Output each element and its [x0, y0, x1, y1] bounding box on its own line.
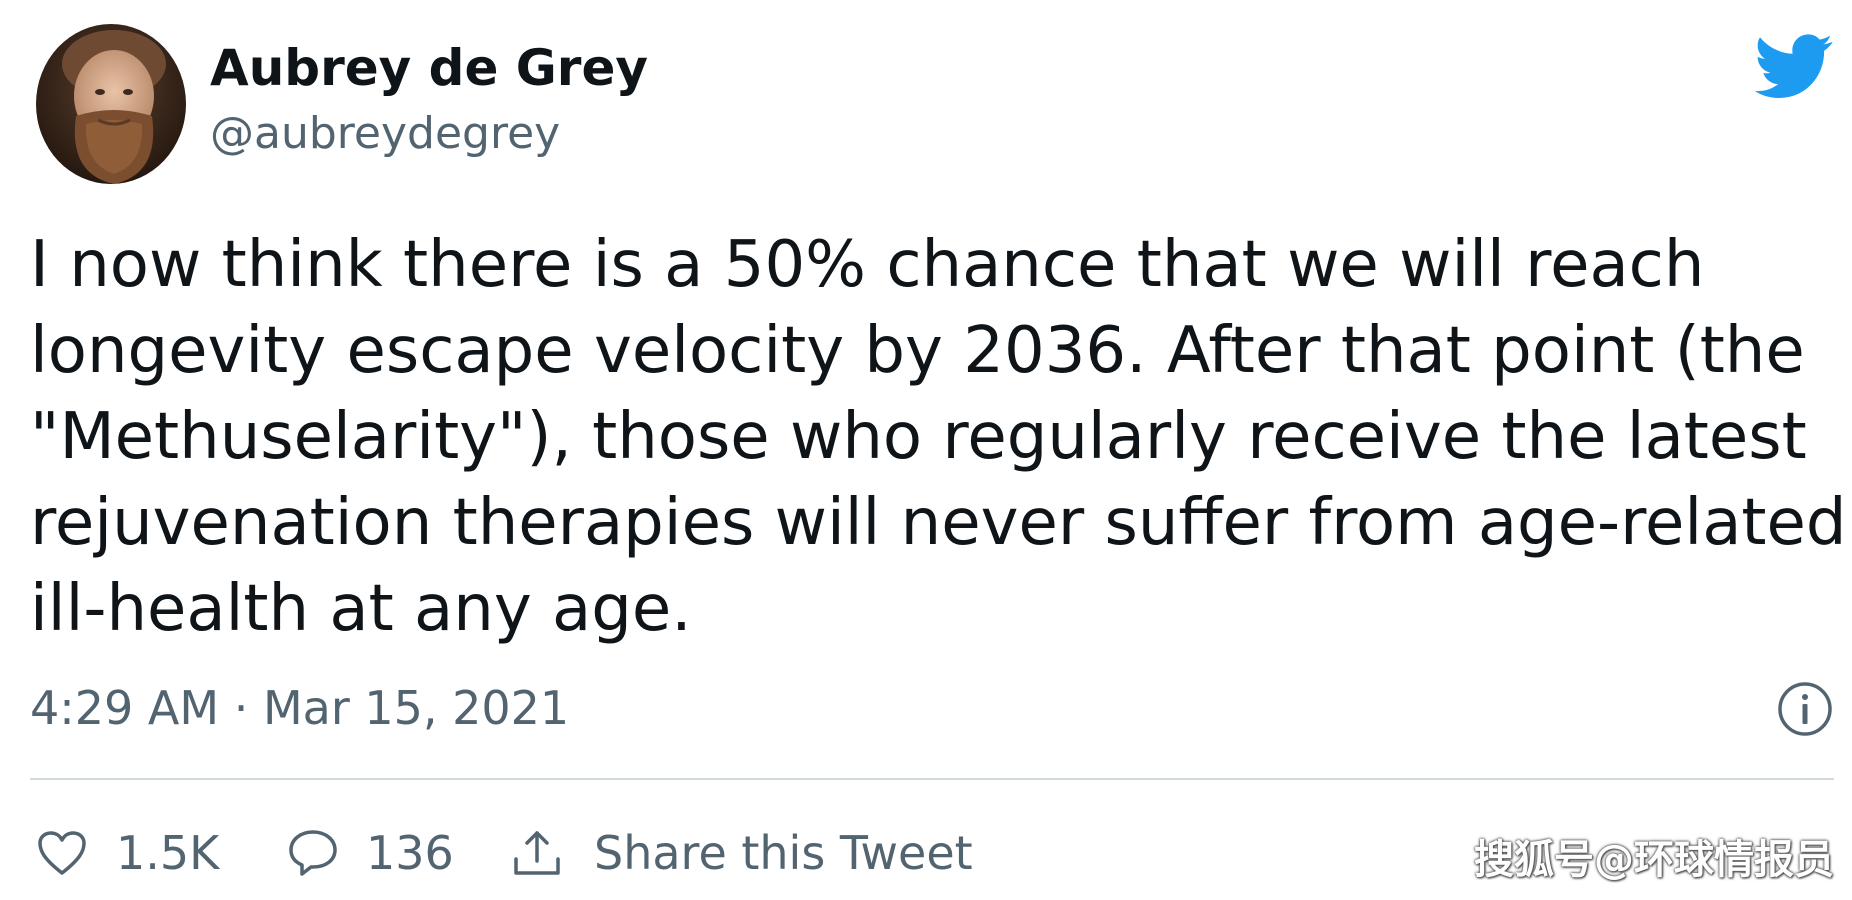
tweet-text-line: I now think there is a 50% chance that w…	[30, 228, 1705, 302]
avatar-portrait	[36, 24, 186, 184]
author-name[interactable]: Aubrey de Grey	[210, 38, 648, 98]
reply-count: 136	[366, 826, 454, 880]
heart-icon	[36, 829, 88, 877]
author-handle[interactable]: @aubreydegrey	[210, 106, 560, 162]
tweet-text-line: longevity escape velocity by 2036. After…	[30, 314, 1805, 388]
reply-icon	[286, 827, 340, 879]
tweet-text-line: rejuvenation therapies will never suffer…	[30, 486, 1847, 560]
tweet-text-line: "Methuselarity"), those who regularly re…	[30, 400, 1807, 474]
like-count: 1.5K	[116, 826, 220, 880]
tweet-text-line: ill-health at any age.	[30, 572, 692, 646]
info-icon[interactable]	[1776, 680, 1834, 738]
avatar[interactable]	[36, 24, 186, 184]
reply-button[interactable]: 136	[286, 818, 454, 888]
watermark: 搜狐号@环球情报员	[1474, 837, 1834, 883]
tweet-text: I now think there is a 50% chance that w…	[30, 222, 1847, 652]
like-button[interactable]: 1.5K	[36, 818, 219, 888]
tweet-timestamp[interactable]: 4:29 AM · Mar 15, 2021	[30, 678, 569, 738]
share-label: Share this Tweet	[594, 826, 973, 880]
share-button[interactable]: Share this Tweet	[510, 818, 973, 888]
divider	[30, 778, 1834, 780]
twitter-bird-icon[interactable]	[1754, 34, 1834, 100]
tweet-card: Aubrey de Grey @aubreydegrey I now think…	[0, 0, 1852, 900]
share-icon	[510, 827, 564, 879]
